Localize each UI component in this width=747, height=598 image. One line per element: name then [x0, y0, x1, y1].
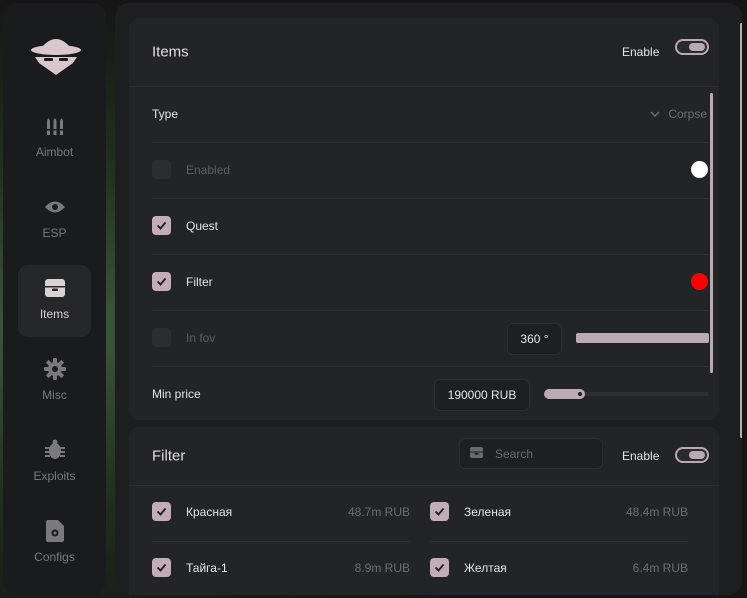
- min-price-slider[interactable]: [544, 389, 709, 399]
- quest-row: Quest: [152, 198, 709, 255]
- sidebar-item-label: ESP: [42, 226, 67, 240]
- type-label: Type: [152, 107, 179, 121]
- sidebar-item-misc[interactable]: Misc: [18, 346, 91, 418]
- sidebar-item-label: Aimbot: [35, 145, 74, 159]
- sidebar-item-label: Items: [39, 307, 70, 321]
- item-checkbox[interactable]: [430, 502, 449, 521]
- item-name: Зеленая: [464, 505, 511, 519]
- item-checkbox[interactable]: [152, 502, 171, 521]
- type-value: Corpse: [668, 107, 707, 121]
- items-panel-title: Items: [152, 43, 189, 61]
- item-price: 6.4m RUB: [632, 561, 688, 575]
- item-name: Тайга-1: [186, 561, 228, 575]
- check-icon: [434, 563, 445, 572]
- item-name: Красная: [186, 505, 233, 519]
- check-icon: [156, 277, 167, 286]
- enabled-color-picker[interactable]: [691, 161, 708, 178]
- items-panel: Items Enable Type Corpse Enabled Quest F…: [129, 18, 719, 420]
- in-fov-row: In fov 360 °: [152, 310, 709, 367]
- enable-label: Enable: [622, 449, 660, 463]
- file-gear-icon: [45, 518, 64, 544]
- sidebar-item-aimbot[interactable]: Aimbot: [18, 103, 91, 175]
- spy-logo-icon: [29, 33, 83, 77]
- sidebar-item-label: Configs: [34, 550, 75, 564]
- quest-checkbox[interactable]: [152, 216, 171, 235]
- in-fov-label: In fov: [186, 331, 216, 345]
- enabled-row: Enabled: [152, 142, 709, 199]
- box-icon: [44, 275, 65, 301]
- list-item[interactable]: Тайга-1 8.9m RUB: [152, 541, 410, 595]
- sidebar-item-esp[interactable]: ESP: [18, 184, 91, 256]
- sidebar-item-exploits[interactable]: Exploits: [18, 427, 91, 499]
- filter-panel-title: Filter: [152, 447, 186, 465]
- check-icon: [156, 563, 167, 572]
- enabled-checkbox[interactable]: [152, 160, 171, 179]
- filter-label: Filter: [186, 275, 213, 289]
- sidebar: Aimbot ESP Items Misc Exploits Configs: [3, 3, 106, 595]
- main-content: Items Enable Type Corpse Enabled Quest F…: [115, 3, 742, 595]
- slider-handle[interactable]: [578, 392, 582, 396]
- items-scrollbar[interactable]: [710, 93, 713, 373]
- list-item[interactable]: Зеленая 48.4m RUB: [430, 485, 688, 542]
- eye-icon: [44, 194, 66, 220]
- enabled-label: Enabled: [186, 163, 231, 177]
- item-price: 48.7m RUB: [347, 505, 410, 519]
- type-select[interactable]: Corpse: [650, 102, 707, 126]
- items-panel-header: Items Enable: [129, 18, 719, 87]
- item-price: 48.4m RUB: [625, 505, 688, 519]
- in-fov-checkbox[interactable]: [152, 328, 171, 347]
- min-price-row: Min price 190000 RUB: [152, 366, 709, 420]
- search-input[interactable]: Search: [459, 438, 603, 469]
- chevron-down-icon: [650, 111, 660, 117]
- list-item[interactable]: Красная 48.7m RUB: [152, 485, 410, 542]
- sidebar-item-configs[interactable]: Configs: [18, 508, 91, 580]
- item-checkbox[interactable]: [152, 558, 171, 577]
- enable-label: Enable: [622, 45, 660, 59]
- bullets-icon: [45, 113, 65, 139]
- item-checkbox[interactable]: [430, 558, 449, 577]
- gear-icon: [43, 356, 66, 382]
- list-item[interactable]: Желтая 6.4m RUB: [430, 541, 688, 595]
- type-row: Type Corpse: [152, 86, 709, 143]
- search-placeholder: Search: [495, 447, 534, 461]
- main-scrollbar[interactable]: [740, 23, 742, 438]
- filter-row: Filter: [152, 254, 709, 311]
- fov-value-input[interactable]: 360 °: [507, 323, 562, 355]
- filter-panel-header: Filter Search Enable: [129, 427, 719, 486]
- sidebar-item-label: Exploits: [33, 469, 76, 483]
- fov-slider[interactable]: [576, 333, 709, 343]
- item-price: 8.9m RUB: [354, 561, 410, 575]
- filter-checkbox[interactable]: [152, 272, 171, 291]
- check-icon: [156, 507, 167, 516]
- filter-enable-toggle[interactable]: [675, 447, 709, 463]
- bug-icon: [44, 437, 66, 463]
- fov-slider-fill: [576, 333, 709, 343]
- check-icon: [156, 221, 167, 230]
- item-name: Желтая: [464, 561, 507, 575]
- filter-color-picker[interactable]: [691, 273, 708, 290]
- quest-label: Quest: [186, 219, 219, 233]
- min-price-input[interactable]: 190000 RUB: [434, 379, 530, 411]
- sidebar-item-label: Misc: [42, 388, 67, 402]
- items-enable-toggle[interactable]: [675, 39, 709, 55]
- min-price-label: Min price: [152, 387, 201, 401]
- check-icon: [434, 507, 445, 516]
- sidebar-item-items[interactable]: Items: [18, 265, 91, 337]
- box-icon: [470, 447, 483, 461]
- filter-panel: Filter Search Enable Красная 48.7m RUB З…: [129, 427, 719, 595]
